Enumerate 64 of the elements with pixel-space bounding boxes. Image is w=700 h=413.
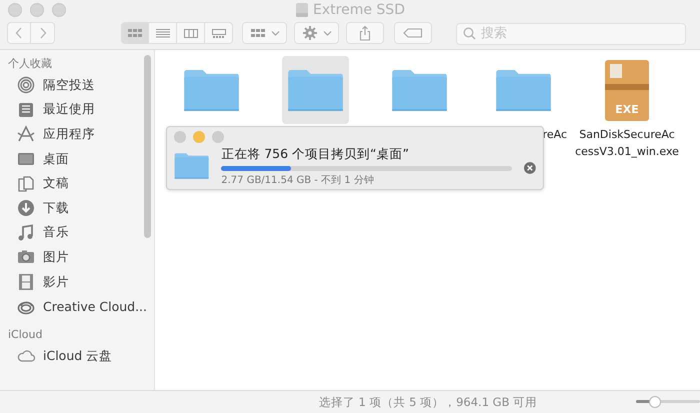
column-view-icon: [182, 27, 198, 39]
folder-icon: [494, 68, 552, 112]
share-button[interactable]: [346, 22, 384, 44]
sidebar-section-header: 个人收藏: [7, 56, 53, 72]
view-mode-button[interactable]: [149, 22, 177, 44]
view-mode-button[interactable]: [205, 22, 233, 44]
scrollbar[interactable]: [144, 55, 151, 238]
exe-package-icon: EXE: [605, 60, 649, 120]
folder-icon: [174, 150, 210, 182]
forward-button[interactable]: [31, 22, 55, 44]
sidebar-item[interactable]: 文稿: [0, 171, 154, 196]
caret-icon: [270, 30, 280, 36]
compass-icon: [17, 125, 35, 144]
sidebar-item[interactable]: 应用程序: [0, 122, 154, 147]
folder-icon: [390, 68, 448, 112]
file-name: SanDiskSecureAc cessV3.01_win.exe: [575, 127, 679, 160]
window-control-button[interactable]: [30, 3, 44, 17]
group-by-button[interactable]: [242, 22, 287, 44]
close-icon[interactable]: [524, 161, 536, 175]
folder-icon: [286, 68, 344, 112]
copy-message: 正在将 756 个项目拷贝到“桌面”: [221, 145, 410, 162]
caret-icon: [322, 30, 332, 36]
drive-icon: [295, 2, 310, 18]
sidebar-item[interactable]: 桌面: [0, 146, 154, 172]
window-control-button[interactable]: [8, 3, 22, 17]
list-view-icon: [154, 27, 170, 39]
sidebar-item[interactable]: iCloud 云盘: [0, 344, 154, 369]
search-icon: [463, 27, 476, 40]
tray-icon: [17, 100, 35, 119]
selection-highlight[interactable]: [282, 56, 348, 124]
film-strip-icon: [17, 273, 35, 292]
gallery-view-icon: [210, 27, 226, 39]
view-mode-button[interactable]: [177, 22, 205, 44]
documents-icon: [17, 174, 35, 193]
action-button[interactable]: [294, 22, 339, 44]
sidebar-item[interactable]: 最近使用: [0, 98, 154, 122]
folder-icon: [182, 68, 240, 112]
share-icon: [358, 25, 372, 41]
airdrop-icon: [17, 76, 35, 94]
grid-icon: [250, 27, 266, 39]
copy-detail: 2.77 GB/11.54 GB - 不到 1 分钟: [221, 174, 375, 187]
window-control-button[interactable]: [212, 131, 224, 143]
grid-view-icon: [127, 27, 143, 39]
sidebar-item[interactable]: 音乐: [0, 220, 154, 246]
window-control-button[interactable]: [193, 131, 205, 143]
icon-size-slider[interactable]: [636, 395, 700, 409]
slider-thumb[interactable]: [649, 396, 662, 408]
tag-button[interactable]: [394, 22, 432, 44]
view-mode-button[interactable]: [121, 22, 149, 44]
tag-icon: [403, 28, 423, 38]
sidebar-item[interactable]: 图片: [0, 245, 154, 270]
window-control-button[interactable]: [174, 131, 186, 143]
back-button[interactable]: [7, 22, 31, 44]
window-control-button[interactable]: [52, 3, 66, 17]
sidebar-item[interactable]: 下载: [0, 196, 154, 221]
sidebar-item[interactable]: 影片: [0, 270, 154, 294]
sidebar-section-header: iCloud: [7, 326, 44, 343]
sidebar-item[interactable]: 隔空投送: [0, 73, 154, 98]
music-note-icon: [17, 224, 35, 242]
sidebar-item[interactable]: Creative Cloud...: [0, 294, 154, 319]
status-text: 选择了 1 项（共 5 项），964.1 GB 可用: [318, 394, 538, 410]
download-icon: [17, 199, 35, 218]
gear-icon: [302, 25, 318, 41]
window-title: Extreme SSD: [313, 2, 405, 18]
